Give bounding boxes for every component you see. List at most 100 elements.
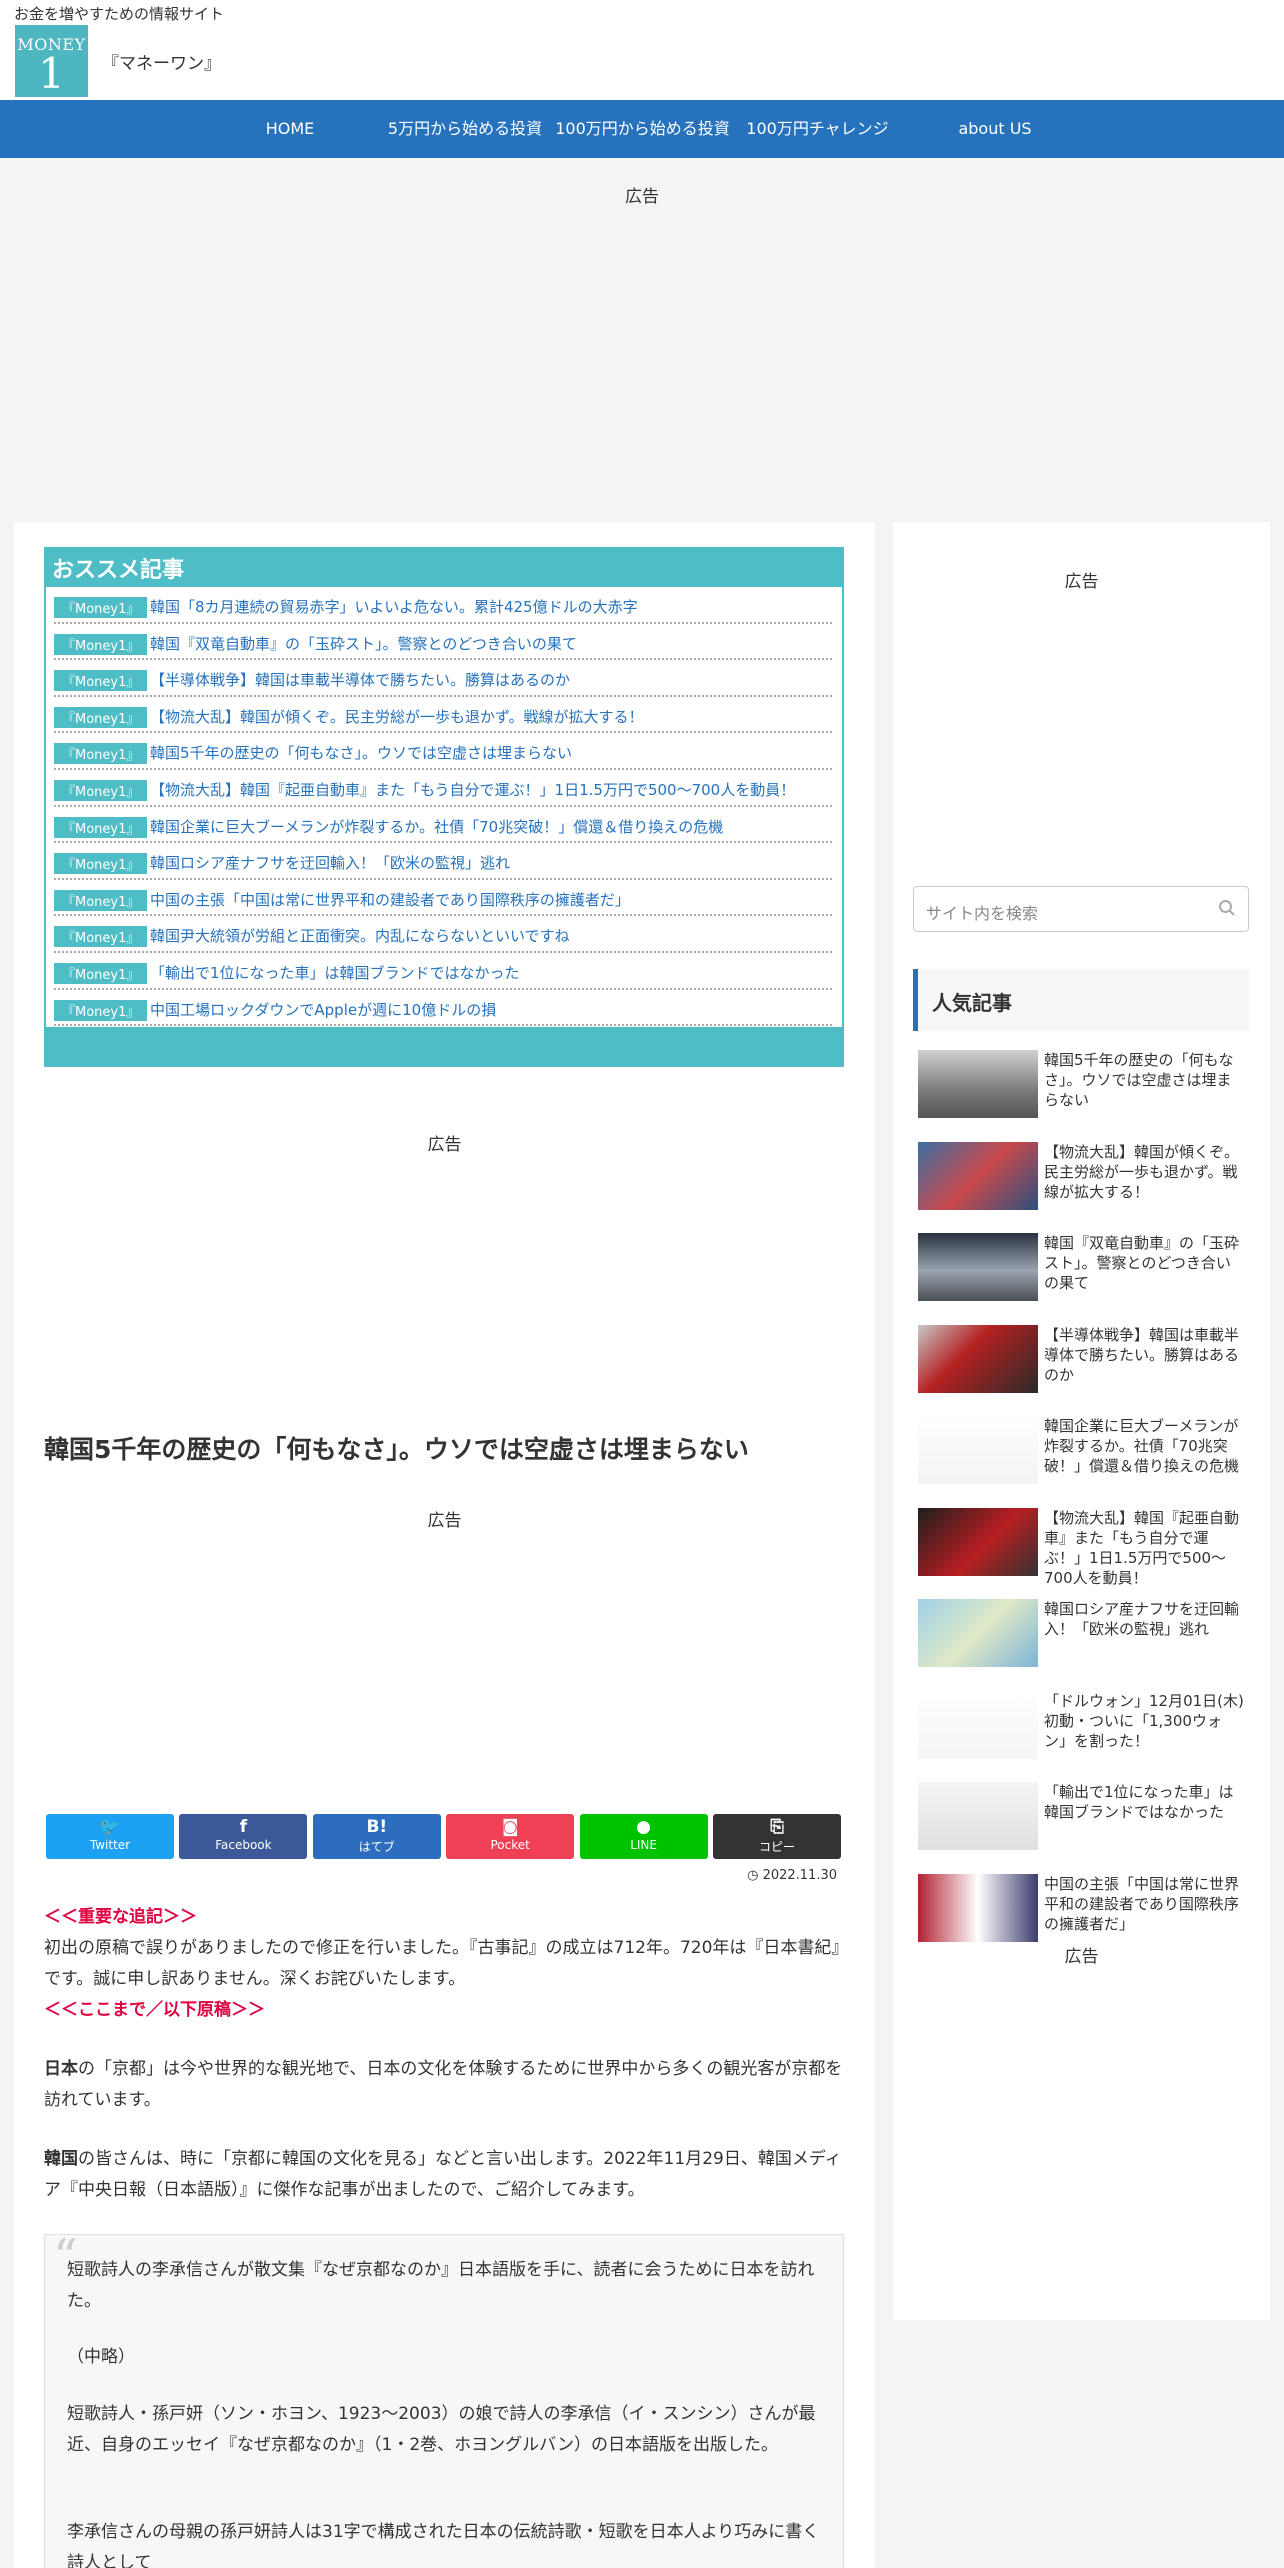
share-button-copy[interactable]: ⎘ コピー (713, 1814, 841, 1859)
recommended-item[interactable]: 『Money1』 【半導体戦争】韓国は車載半導体で勝ちたい。勝算はあるのか (54, 660, 832, 697)
line-icon: ● (636, 1817, 652, 1837)
top-ad-area: 広告 (0, 160, 1284, 520)
recommended-link[interactable]: 【物流大乱】韓国『起亜自動車』また「もう自分で運ぶ！」1日1.5万円で500～7… (150, 779, 795, 800)
share-button-line[interactable]: ● LINE (579, 1814, 708, 1859)
search-icon[interactable] (1218, 899, 1236, 917)
recommended-item[interactable]: 『Money1』 【物流大乱】韓国『起亜自動車』また「もう自分で運ぶ！」1日1.5… (54, 770, 832, 807)
popular-item[interactable]: 中国の主張「中国は常に世界平和の建設者であり国際秩序の擁護者だ」 (918, 1873, 1248, 1946)
recommended-item[interactable]: 『Money1』 中国工場ロックダウンでAppleが週に10億ドルの損 (54, 990, 832, 1027)
post-date-value: 2022.11.30 (762, 1868, 837, 1883)
popular-link[interactable]: 【半導体戦争】韓国は車載半導体で勝ちたい。勝算はあるのか (1044, 1325, 1244, 1385)
popular-item[interactable]: 韓国『双竜自動車』の「玉砕スト」。警察とのどつき合いの果て (918, 1233, 1248, 1305)
popular-thumbnail[interactable] (918, 1050, 1038, 1118)
share-button-label: はてブ (358, 1840, 395, 1854)
recommended-item[interactable]: 『Money1』 韓国『双竜自動車』の「玉砕スト」。警察とのどつき合いの果て (54, 624, 832, 661)
recommended-item[interactable]: 『Money1』 韓国5千年の歴史の「何もなさ」。ウソでは空虚さは埋まらない (54, 733, 832, 770)
notice-block: ＜＜重要な追記＞＞ 初出の原稿で誤りがありましたので修正を行いました。『古事記』… (44, 1902, 856, 2026)
popular-thumbnail[interactable] (918, 1873, 1038, 1942)
nav-item-invest-50k[interactable]: 5万円から始める投資 (380, 100, 550, 158)
share-button-label: Facebook (215, 1838, 272, 1852)
popular-item[interactable]: 【物流大乱】韓国が傾くぞ。民主労総が一歩も退かず。戦線が拡大する！ (918, 1141, 1248, 1214)
ad-label: 広告 (625, 187, 659, 207)
nav-item-challenge-1m[interactable]: 100万円チャレンジ (735, 100, 900, 158)
recommended-link[interactable]: 韓国「8カ月連続の貿易赤字」いよいよ危ない。累計425億ドルの大赤字 (150, 596, 638, 617)
share-button-pocket[interactable]: ◙ Pocket (446, 1814, 575, 1859)
recommended-link[interactable]: 韓国企業に巨大ブーメランが炸裂するか。社債「70兆突破！」償還＆借り換えの危機 (150, 816, 723, 837)
share-button-label: コピー (758, 1840, 795, 1854)
recommended-item[interactable]: 『Money1』 韓国尹大統領が労組と正面衝突。内乱にならないといいですね (54, 916, 832, 953)
popular-link[interactable]: 韓国5千年の歴史の「何もなさ」。ウソでは空虚さは埋まらない (1044, 1050, 1244, 1110)
popular-thumbnail[interactable] (918, 1416, 1038, 1484)
recommended-item[interactable]: 『Money1』 韓国企業に巨大ブーメランが炸裂するか。社債「70兆突破！」償還＆… (54, 807, 832, 844)
popular-heading: 人気記事 (913, 969, 1249, 1031)
recommended-item[interactable]: 『Money1』 【物流大乱】韓国が傾くぞ。民主労総が一歩も退かず。戦線が拡大する… (54, 697, 832, 734)
recommended-title: おススメ記事 (52, 558, 185, 583)
share-button-hatebu[interactable]: B! はてブ (312, 1814, 441, 1859)
share-button-facebook[interactable]: f Facebook (179, 1814, 308, 1859)
recommended-item[interactable]: 『Money1』 中国の主張「中国は常に世界平和の建設者であり国際秩序の擁護者だ」 (54, 880, 832, 917)
recommended-link[interactable]: 中国工場ロックダウンでAppleが週に10億ドルの損 (150, 999, 496, 1020)
popular-link[interactable]: 韓国企業に巨大ブーメランが炸裂するか。社債「70兆突破！」償還＆借り換えの危機 (1044, 1416, 1244, 1476)
popular-link[interactable]: 韓国ロシア産ナフサを迂回輸入！「欧米の監視」逃れ (1044, 1599, 1244, 1639)
nav-item-home[interactable]: HOME (240, 100, 340, 158)
recommended-link[interactable]: 中国の主張「中国は常に世界平和の建設者であり国際秩序の擁護者だ」 (150, 889, 630, 910)
category-tag[interactable]: 『Money1』 (54, 889, 148, 911)
recommended-item[interactable]: 『Money1』 「輸出で1位になった車」は韓国ブランドではなかった (54, 953, 832, 990)
search-input[interactable]: サイト内を検索 (913, 886, 1249, 932)
category-tag[interactable]: 『Money1』 (54, 780, 148, 801)
recommended-item[interactable]: 『Money1』 韓国「8カ月連続の貿易赤字」いよいよ危ない。累計425億ドルの大… (54, 587, 832, 624)
popular-link[interactable]: 【物流大乱】韓国『起亜自動車』また「もう自分で運ぶ！」1日1.5万円で500～7… (1044, 1508, 1244, 1588)
nav-item-about[interactable]: about US (940, 100, 1050, 158)
popular-thumbnail[interactable] (918, 1324, 1038, 1393)
site-tagline: お金を増やすための情報サイト (14, 5, 225, 23)
popular-item[interactable]: 韓国ロシア産ナフサを迂回輸入！「欧米の監視」逃れ (918, 1599, 1248, 1671)
recommended-item[interactable]: 『Money1』 韓国ロシア産ナフサを迂回輸入！「欧米の監視」逃れ (54, 843, 832, 880)
popular-thumbnail[interactable] (918, 1141, 1038, 1210)
popular-thumbnail[interactable] (918, 1233, 1038, 1301)
category-tag[interactable]: 『Money1』 (54, 999, 148, 1021)
popular-thumbnail[interactable] (918, 1782, 1038, 1850)
site-header: お金を増やすための情報サイト MONEY 1 『マネーワン』 (0, 0, 1284, 100)
share-button-twitter[interactable]: 🐦 Twitter (46, 1814, 174, 1859)
popular-link[interactable]: 【物流大乱】韓国が傾くぞ。民主労総が一歩も退かず。戦線が拡大する！ (1044, 1142, 1244, 1202)
sidebar-ad-area: 広告 (893, 542, 1270, 842)
popular-thumbnail[interactable] (918, 1599, 1038, 1667)
popular-item[interactable]: 韓国5千年の歴史の「何もなさ」。ウソでは空虚さは埋まらない (918, 1050, 1248, 1122)
category-tag[interactable]: 『Money1』 (54, 926, 148, 948)
ad-label: 広告 (427, 1511, 462, 1531)
category-tag[interactable]: 『Money1』 (54, 706, 148, 728)
recommended-link[interactable]: 【物流大乱】韓国が傾くぞ。民主労総が一歩も退かず。戦線が拡大する！ (150, 706, 644, 727)
category-tag[interactable]: 『Money1』 (54, 853, 148, 875)
notice-heading: ＜＜重要な追記＞＞ (44, 1907, 197, 1927)
category-tag[interactable]: 『Money1』 (54, 597, 148, 618)
popular-link[interactable]: 中国の主張「中国は常に世界平和の建設者であり国際秩序の擁護者だ」 (1044, 1874, 1244, 1934)
recommended-link[interactable]: 韓国尹大統領が労組と正面衝突。内乱にならないといいですね (150, 925, 570, 946)
popular-thumbnail[interactable] (918, 1690, 1038, 1759)
recommended-link[interactable]: 韓国5千年の歴史の「何もなさ」。ウソでは空虚さは埋まらない (150, 742, 572, 763)
popular-link[interactable]: 「輸出で1位になった車」は韓国ブランドではなかった (1044, 1782, 1244, 1822)
recommended-link[interactable]: 【半導体戦争】韓国は車載半導体で勝ちたい。勝算はあるのか (150, 669, 570, 690)
sidebar: 広告 サイト内を検索 人気記事 韓国5千年の歴史の「何もなさ」。ウソでは空虚さは… (893, 522, 1270, 2320)
category-tag[interactable]: 『Money1』 (54, 963, 148, 984)
nav-item-invest-1m[interactable]: 100万円から始める投資 (550, 100, 735, 158)
recommended-link[interactable]: 「輸出で1位になった車」は韓国ブランドではなかった (150, 962, 520, 983)
popular-item[interactable]: 「ドルウォン」12月01日(木)初動・ついに「1,300ウォン」を割った！ (918, 1690, 1248, 1763)
popular-item[interactable]: 【半導体戦争】韓国は車載半導体で勝ちたい。勝算はあるのか (918, 1324, 1248, 1397)
popular-link[interactable]: 「ドルウォン」12月01日(木)初動・ついに「1,300ウォン」を割った！ (1044, 1691, 1244, 1751)
recommended-link[interactable]: 韓国ロシア産ナフサを迂回輸入！「欧米の監視」逃れ (150, 852, 510, 873)
popular-item[interactable]: 「輸出で1位になった車」は韓国ブランドではなかった (918, 1782, 1248, 1854)
category-tag[interactable]: 『Money1』 (54, 743, 148, 765)
popular-item[interactable]: 韓国企業に巨大ブーメランが炸裂するか。社債「70兆突破！」償還＆借り換えの危機 (918, 1416, 1248, 1488)
category-tag[interactable]: 『Money1』 (54, 816, 148, 838)
popular-item[interactable]: 【物流大乱】韓国『起亜自動車』また「もう自分で運ぶ！」1日1.5万円で500～7… (918, 1507, 1248, 1587)
quote-paragraph: （中略） (67, 2347, 135, 2367)
hatebu-icon: B! (366, 1817, 388, 1837)
popular-link[interactable]: 韓国『双竜自動車』の「玉砕スト」。警察とのどつき合いの果て (1044, 1233, 1244, 1293)
site-name[interactable]: 『マネーワン』 (102, 49, 221, 74)
popular-thumbnail[interactable] (918, 1507, 1038, 1576)
clock-icon: ◷ (747, 1868, 759, 1883)
category-tag[interactable]: 『Money1』 (54, 633, 148, 655)
site-logo[interactable]: MONEY 1 (15, 25, 88, 97)
recommended-link[interactable]: 韓国『双竜自動車』の「玉砕スト」。警察とのどつき合いの果て (150, 633, 577, 654)
category-tag[interactable]: 『Money1』 (54, 670, 148, 692)
